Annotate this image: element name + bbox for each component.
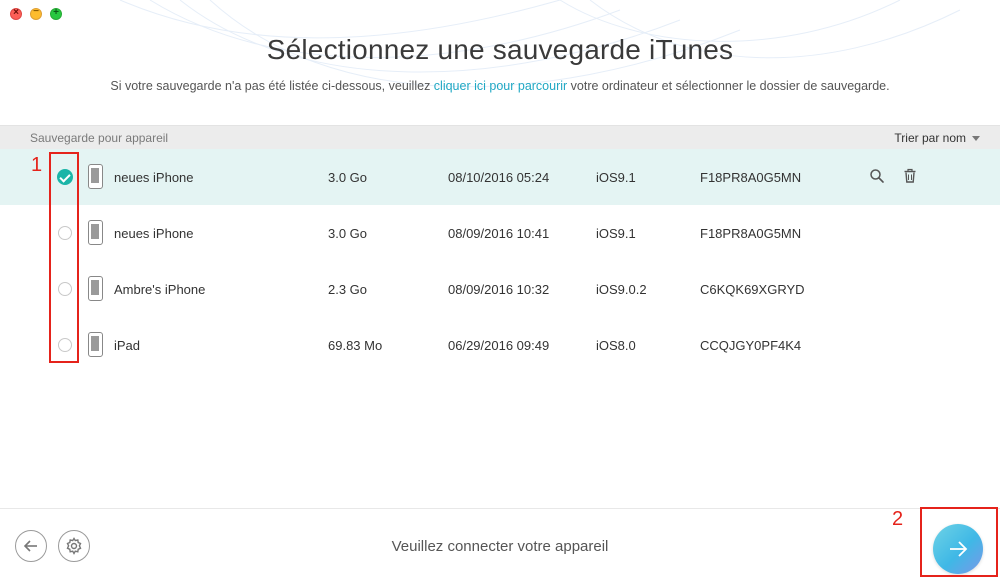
annotation-box-next <box>920 507 998 577</box>
minimize-window-button[interactable]: − <box>30 6 42 20</box>
search-icon[interactable] <box>869 168 885 184</box>
zoom-window-button[interactable]: + <box>50 7 62 20</box>
subtitle-text-before: Si votre sauvegarde n'a pas été listée c… <box>110 79 434 93</box>
backup-size: 3.0 Go <box>328 226 368 241</box>
device-id: C6KQK69XGRYD <box>700 282 805 297</box>
device-name: iPad <box>114 338 141 353</box>
backup-size: 3.0 Go <box>328 170 368 185</box>
annotation-box-radios <box>49 152 79 363</box>
ios-version: iOS9.1 <box>596 226 636 241</box>
ios-version: iOS9.1 <box>596 170 636 185</box>
device-id: F18PR8A0G5MN <box>700 226 802 241</box>
list-header: Sauvegarde pour appareil Trier par nom <box>0 125 1000 149</box>
backup-row[interactable]: Ambre's iPhone 2.3 Go 08/09/2016 10:32 i… <box>0 261 1000 317</box>
chevron-down-icon <box>972 136 980 142</box>
ios-version: iOS9.0.2 <box>596 282 647 297</box>
device-name: neues iPhone <box>114 226 194 241</box>
window-controls: × − + <box>10 6 62 20</box>
phone-icon <box>88 220 103 245</box>
connection-status: Veuillez connecter votre appareil <box>391 538 609 555</box>
phone-icon <box>88 164 103 189</box>
annotation-step-1: 1 <box>31 154 43 176</box>
device-name: Ambre's iPhone <box>114 282 206 297</box>
sort-label: Trier par nom <box>894 131 966 145</box>
page-title: Sélectionnez une sauvegarde iTunes <box>266 34 734 65</box>
backup-date: 08/10/2016 05:24 <box>448 170 550 185</box>
backup-list: neues iPhone 3.0 Go 08/10/2016 05:24 iOS… <box>0 149 1000 373</box>
backup-row[interactable]: neues iPhone 3.0 Go 08/10/2016 05:24 iOS… <box>0 149 1000 205</box>
backup-date: 06/29/2016 09:49 <box>448 338 550 353</box>
backup-date: 08/09/2016 10:32 <box>448 282 550 297</box>
backup-size: 2.3 Go <box>328 282 368 297</box>
subtitle-text-after: votre ordinateur et sélectionner le doss… <box>567 79 890 93</box>
annotation-step-2: 2 <box>892 508 904 530</box>
backup-date: 08/09/2016 10:41 <box>448 226 550 241</box>
trash-icon[interactable] <box>902 168 918 184</box>
device-id: CCQJGY0PF4K4 <box>700 338 802 353</box>
phone-icon <box>88 276 103 301</box>
device-id: F18PR8A0G5MN <box>700 170 802 185</box>
backup-row[interactable]: iPad 69.83 Mo 06/29/2016 09:49 iOS8.0 CC… <box>0 317 1000 373</box>
footer-bar: Veuillez connecter votre appareil <box>0 508 1000 581</box>
list-header-label: Sauvegarde pour appareil <box>30 131 169 145</box>
tablet-icon <box>88 332 103 357</box>
ios-version: iOS8.0 <box>596 338 636 353</box>
browse-link[interactable]: cliquer ici pour parcourir <box>434 79 567 93</box>
backup-size: 69.83 Mo <box>328 338 383 353</box>
device-name: neues iPhone <box>114 170 194 185</box>
backup-row[interactable]: neues iPhone 3.0 Go 08/09/2016 10:41 iOS… <box>0 205 1000 261</box>
sort-dropdown[interactable]: Trier par nom <box>894 131 980 145</box>
page-subtitle: Si votre sauvegarde n'a pas été listée c… <box>0 79 1000 93</box>
close-window-button[interactable]: × <box>10 7 22 20</box>
